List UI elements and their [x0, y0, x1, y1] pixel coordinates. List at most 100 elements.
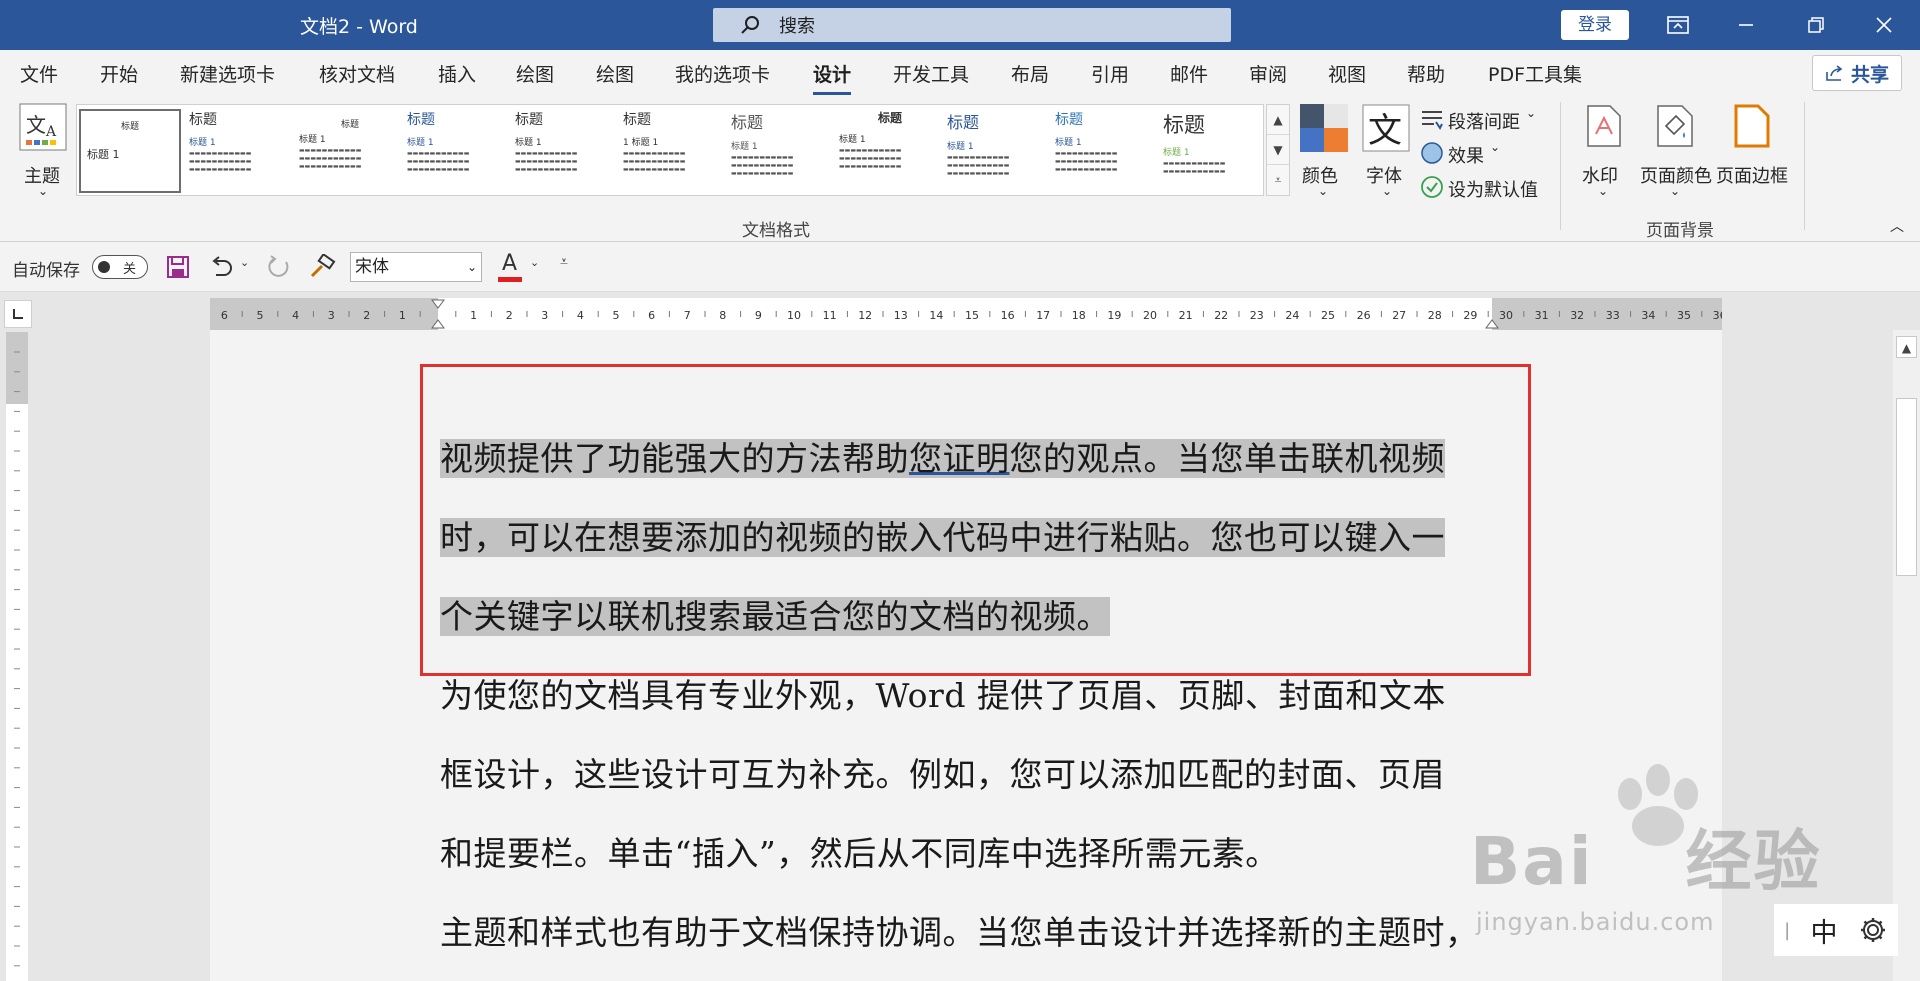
save-icon[interactable]	[166, 255, 190, 279]
minimize-button[interactable]	[1718, 0, 1774, 50]
customize-toolbar-icon[interactable]: ⩡	[560, 254, 568, 270]
scroll-up-icon[interactable]: ▲	[1896, 336, 1917, 358]
ruler-number: 16	[1001, 309, 1015, 322]
ribbon-display-options-button[interactable]	[1650, 0, 1706, 50]
style-set-6[interactable]: 标题 1 标题 1 ▬▬▬▬▬▬▬▬▬▬▬ ▬▬▬▬▬▬▬▬▬▬▬ ▬▬▬▬▬▬▬▬…	[623, 109, 725, 193]
undo-dropdown-icon[interactable]: ⌄	[240, 256, 249, 269]
style-set-7[interactable]: 标题 标题 1 ▬▬▬▬▬▬▬▬▬▬▬ ▬▬▬▬▬▬▬▬▬▬▬ ▬▬▬▬▬▬▬▬▬▬…	[731, 109, 833, 193]
close-button[interactable]	[1856, 0, 1912, 50]
effects-label: 效果	[1448, 146, 1484, 167]
tab-design[interactable]: 设计	[813, 60, 852, 95]
ruler-number: 5	[257, 309, 264, 322]
gallery-scroll: ▲ ▼ ⩡	[1266, 104, 1290, 196]
paragraph-spacing-icon	[1422, 111, 1443, 130]
fonts-button[interactable]: 文 字体 ⌄	[1362, 104, 1412, 204]
ruler-number: 21	[1179, 309, 1193, 322]
tab-home[interactable]: 开始	[100, 60, 138, 87]
style-set-2[interactable]: 标题 标题 1 ▬▬▬▬▬▬▬▬▬▬▬ ▬▬▬▬▬▬▬▬▬▬▬ ▬▬▬▬▬▬▬▬▬▬…	[189, 109, 291, 193]
tab-review[interactable]: 审阅	[1249, 60, 1287, 87]
style-set-9[interactable]: 标题 标题 1 ▬▬▬▬▬▬▬▬▬▬▬ ▬▬▬▬▬▬▬▬▬▬▬ ▬▬▬▬▬▬▬▬▬▬…	[947, 109, 1049, 193]
tab-draw-1[interactable]: 绘图	[516, 60, 554, 87]
tab-references[interactable]: 引用	[1091, 60, 1129, 87]
ruler-number: 35	[1677, 309, 1691, 322]
watermark-button[interactable]: 水印 ⌄	[1580, 104, 1628, 204]
tab-selector[interactable]	[4, 300, 32, 328]
style-set-8[interactable]: 标题 标题 1 ▬▬▬▬▬▬▬▬▬▬▬ ▬▬▬▬▬▬▬▬▬▬▬ ▬▬▬▬▬▬▬▬▬▬…	[839, 109, 941, 193]
ribbon-group-divider	[1804, 102, 1805, 230]
font-color-dropdown-icon[interactable]: ⌄	[530, 256, 539, 269]
search-box[interactable]: 搜索	[713, 8, 1231, 42]
themes-button[interactable]: 文 A 主题 ⌄	[14, 102, 72, 202]
style-set-11[interactable]: 标题 标题 1 ▬▬▬▬▬▬▬▬▬▬▬ ▬▬▬▬▬▬▬▬▬▬▬	[1163, 109, 1265, 193]
indent-marker[interactable]	[431, 299, 445, 329]
font-name-select[interactable]: 宋体 ⌄	[350, 252, 482, 282]
page-color-button[interactable]: 页面颜色 ⌄	[1640, 104, 1714, 204]
ruler-number: 22	[1214, 309, 1228, 322]
ruler-number: 13	[894, 309, 908, 322]
font-color-button[interactable]: A	[498, 251, 528, 283]
tab-proofread[interactable]: 核对文档	[319, 60, 395, 87]
page-borders-button[interactable]: 页面边框	[1716, 104, 1790, 204]
autosave-toggle[interactable]: 关	[92, 255, 148, 279]
right-indent-marker[interactable]	[1485, 319, 1499, 329]
scroll-thumb[interactable]	[1896, 398, 1917, 576]
font-dropdown-icon: ⌄	[466, 260, 477, 274]
ruler-number: 2	[363, 309, 370, 322]
ime-mode[interactable]: 中	[1811, 911, 1838, 950]
document-format-group-label: 文档格式	[742, 221, 810, 241]
style-set-10[interactable]: 标题 标题 1 ▬▬▬▬▬▬▬▬▬▬▬ ▬▬▬▬▬▬▬▬▬▬▬ ▬▬▬▬▬▬▬▬▬▬…	[1055, 109, 1157, 193]
restore-button[interactable]	[1788, 0, 1844, 50]
set-as-default-label: 设为默认值	[1448, 180, 1538, 201]
font-color-icon: A	[502, 251, 518, 276]
ruler-number: 3	[541, 309, 548, 322]
tab-mailings[interactable]: 邮件	[1170, 60, 1208, 87]
gallery-expand-icon[interactable]: ⩡	[1267, 165, 1289, 195]
selection-highlight-box	[420, 364, 1531, 676]
style-set-3[interactable]: 标题 标题 1 ▬▬▬▬▬▬▬▬▬▬▬ ▬▬▬▬▬▬▬▬▬▬▬ ▬▬▬▬▬▬▬▬▬▬…	[299, 109, 401, 193]
set-as-default-button[interactable]: 设为默认值	[1420, 172, 1550, 202]
style-set-5[interactable]: 标题 标题 1 ▬▬▬▬▬▬▬▬▬▬▬ ▬▬▬▬▬▬▬▬▬▬▬ ▬▬▬▬▬▬▬▬▬▬…	[515, 109, 617, 193]
style-set-1[interactable]: 标题 标题 1	[79, 109, 181, 193]
quick-access-toolbar: 自动保存 关 ⌄ 宋体 ⌄ A ⌄ ⩡	[0, 242, 1920, 292]
tab-draw-2[interactable]: 绘图	[596, 60, 634, 87]
gallery-scroll-up-icon[interactable]: ▲	[1267, 105, 1289, 135]
gallery-scroll-down-icon[interactable]: ▼	[1267, 135, 1289, 165]
undo-icon[interactable]	[208, 255, 234, 279]
tab-view[interactable]: 视图	[1328, 60, 1366, 87]
tab-pdf-tools[interactable]: PDF工具集	[1488, 60, 1582, 87]
tab-insert[interactable]: 插入	[438, 60, 476, 87]
ruler-number: 1	[399, 309, 406, 322]
ruler-number: 12	[858, 309, 872, 322]
ruler-number: 7	[684, 309, 691, 322]
ime-indicator[interactable]: | 中	[1774, 904, 1898, 956]
redo-icon[interactable]	[266, 254, 292, 280]
site-watermark: Bai 经验 jingyan.baidu.com	[1470, 764, 1821, 936]
share-button[interactable]: 共享	[1812, 55, 1902, 91]
format-painter-icon[interactable]	[308, 254, 336, 280]
vertical-ruler-margin	[6, 332, 28, 404]
effects-button[interactable]: 效果 ⌄	[1420, 138, 1540, 168]
themes-icon: 文 A	[19, 103, 67, 151]
style-set-4[interactable]: 标题 标题 1 ▬▬▬▬▬▬▬▬▬▬▬ ▬▬▬▬▬▬▬▬▬▬▬ ▬▬▬▬▬▬▬▬▬▬…	[407, 109, 509, 193]
ribbon-group-divider	[1560, 102, 1561, 230]
colors-icon	[1300, 104, 1348, 152]
ruler-number: 2	[506, 309, 513, 322]
tab-layout[interactable]: 布局	[1011, 60, 1049, 87]
tab-file[interactable]: 文件	[20, 60, 58, 87]
login-button[interactable]: 登录	[1561, 10, 1629, 40]
autosave-label: 自动保存	[12, 261, 80, 281]
tab-my-tab[interactable]: 我的选项卡	[675, 60, 770, 87]
vertical-ruler-ticks	[6, 332, 28, 981]
watermark-dropdown-icon: ⌄	[1598, 184, 1609, 198]
tab-help[interactable]: 帮助	[1407, 60, 1445, 87]
gear-icon[interactable]	[1858, 915, 1888, 945]
collapse-ribbon-icon[interactable]: ︿	[1890, 216, 1904, 236]
paragraph-spacing-dropdown-icon: ⌄	[1526, 106, 1537, 120]
vertical-scrollbar[interactable]: ▲	[1893, 330, 1920, 981]
tab-developer[interactable]: 开发工具	[893, 60, 969, 87]
colors-button[interactable]: 颜色 ⌄	[1300, 104, 1350, 204]
minimize-icon	[1739, 24, 1753, 26]
ruler-number: 31	[1535, 309, 1549, 322]
tab-new-tab[interactable]: 新建选项卡	[180, 60, 275, 87]
paragraph-spacing-button[interactable]: 段落间距 ⌄	[1420, 104, 1540, 134]
